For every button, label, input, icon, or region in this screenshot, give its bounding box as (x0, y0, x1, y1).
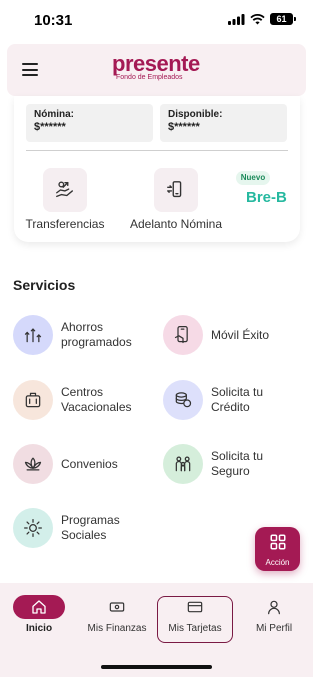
service-label: Centros Vacacionales (61, 385, 132, 414)
nomina-balance[interactable]: Nómina: $****** (26, 104, 153, 142)
transferencias-button[interactable]: Transferencias (24, 168, 106, 231)
savings-chart-icon (13, 315, 53, 355)
lotus-icon (13, 444, 53, 484)
service-label: Programas Sociales (61, 513, 120, 542)
presente-logo: presente Fondo de Empleados (112, 51, 200, 82)
service-convenios[interactable]: Convenios (13, 444, 141, 484)
service-label: Solicita tu Seguro (211, 449, 264, 478)
service-ahorros-programados[interactable]: Ahorros programados (13, 315, 141, 355)
fab-label: Acción (265, 558, 290, 567)
accion-fab-button[interactable]: Acción (255, 527, 300, 571)
signal-icon (228, 13, 245, 25)
menu-icon[interactable] (22, 63, 38, 76)
status-bar: 10:31 61 (0, 0, 313, 42)
status-icons: 61 (228, 13, 296, 25)
nav-mi-perfil[interactable]: Mi Perfil (236, 595, 312, 643)
adelanto-nomina-label: Adelanto Nómina (129, 217, 223, 231)
service-label: Solicita tu Crédito (211, 385, 264, 414)
luggage-icon (13, 380, 53, 420)
account-card: Nómina: $****** Disponible: $****** Tran… (14, 96, 300, 242)
home-icon (13, 595, 65, 619)
nav-label: Inicio (25, 623, 53, 634)
status-time: 10:31 (34, 12, 73, 29)
phone-hand-icon (163, 315, 203, 355)
cash-icon (91, 595, 143, 619)
breb-button[interactable]: Bre-B (246, 189, 287, 206)
focus-outline (157, 596, 233, 643)
service-label: Convenios (61, 456, 118, 471)
credit-coins-icon (163, 380, 203, 420)
adelanto-nomina-button[interactable]: Adelanto Nómina (126, 168, 226, 231)
service-programas-sociales[interactable]: Programas Sociales (13, 508, 141, 548)
service-label: Móvil Éxito (211, 327, 270, 342)
nav-label: Mi Perfil (255, 623, 293, 634)
nomina-value: $****** (34, 121, 66, 133)
nav-mis-finanzas[interactable]: Mis Finanzas (79, 595, 155, 643)
disponible-value: $****** (168, 121, 200, 133)
new-badge: Nuevo (236, 171, 270, 185)
wifi-icon (250, 13, 265, 24)
nomina-label: Nómina: (34, 109, 74, 120)
nav-label: Mis Finanzas (87, 623, 147, 634)
family-icon (163, 444, 203, 484)
nav-inicio[interactable]: Inicio (1, 595, 77, 643)
divider (26, 150, 288, 151)
person-icon (248, 595, 300, 619)
transferencias-label: Transferencias (25, 217, 105, 231)
phone-transfer-icon (154, 168, 198, 212)
disponible-label: Disponible: (168, 109, 223, 120)
service-centros-vacacionales[interactable]: Centros Vacacionales (13, 380, 141, 420)
service-label: Ahorros programados (61, 320, 132, 349)
battery-icon: 61 (270, 13, 296, 25)
logo-text: presente (112, 51, 200, 76)
top-header: presente Fondo de Empleados (7, 44, 306, 96)
grid-icon (270, 534, 285, 550)
service-solicita-credito[interactable]: Solicita tu Crédito (163, 380, 291, 420)
sun-icon (13, 508, 53, 548)
home-indicator (101, 665, 212, 669)
disponible-balance[interactable]: Disponible: $****** (160, 104, 287, 142)
service-solicita-seguro[interactable]: Solicita tu Seguro (163, 444, 291, 484)
hand-money-icon (43, 168, 87, 212)
service-movil-exito[interactable]: Móvil Éxito (163, 315, 291, 355)
services-title: Servicios (13, 277, 76, 293)
